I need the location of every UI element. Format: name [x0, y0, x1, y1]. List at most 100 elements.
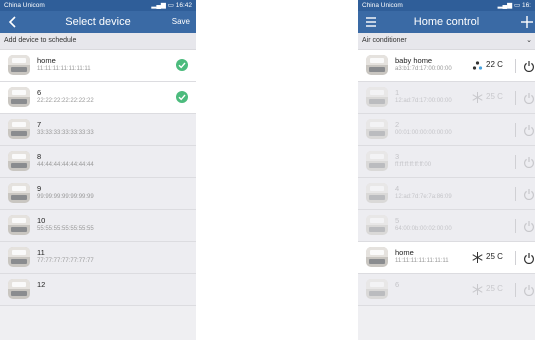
checkmark-glyph: [178, 94, 186, 101]
divider: [515, 91, 516, 105]
device-row[interactable]: 1 12:ad:7d:17:00:00:00 25 C: [358, 82, 535, 114]
app-bar: Home control: [358, 11, 535, 33]
signal-icon: ▂▄▆: [151, 2, 166, 9]
thumbnail-sofa: [11, 227, 27, 232]
device-name: 10: [37, 216, 46, 225]
schedule-header: Add device to schedule: [0, 33, 196, 50]
checkmark-glyph: [178, 62, 186, 69]
power-button-icon[interactable]: [523, 219, 535, 233]
device-thumbnail: [366, 55, 388, 75]
device-mac: a3:b1:7d:17:00:00:00: [395, 66, 452, 72]
device-row[interactable]: 12: [0, 274, 196, 306]
device-thumbnail: [366, 279, 388, 299]
device-mac: 00:01:00:00:00:00:00: [395, 130, 452, 136]
device-thumbnail: [8, 215, 30, 235]
power-button-icon[interactable]: [523, 283, 535, 297]
device-row[interactable]: 7 33:33:33:33:33:33:33: [0, 114, 196, 146]
clock-label: 16:42: [175, 2, 192, 9]
temperature-label: 25 C: [486, 284, 503, 293]
device-mac: 22:22:22:22:22:22:22: [37, 98, 94, 104]
device-name: 11: [37, 248, 45, 257]
device-thumbnail: [8, 55, 30, 75]
thumbnail-sofa: [11, 291, 27, 296]
divider: [515, 123, 516, 137]
selected-check-icon[interactable]: [176, 91, 188, 103]
device-row[interactable]: home 11:11:11:11:11:11:11 25 C: [358, 242, 535, 274]
device-name: 3: [395, 152, 400, 161]
thumbnail-sofa: [369, 291, 385, 296]
divider: [515, 251, 516, 265]
plus-icon: [521, 16, 533, 28]
device-row[interactable]: 10 55:55:55:55:55:55:55: [0, 210, 196, 242]
thumbnail-sofa: [11, 67, 27, 72]
device-name: baby home: [395, 56, 433, 65]
air-conditioner-icon: [12, 186, 26, 191]
device-thumbnail: [366, 151, 388, 171]
air-conditioner-icon: [370, 90, 384, 95]
power-button-icon[interactable]: [523, 251, 535, 265]
thumbnail-sofa: [369, 99, 385, 104]
device-name: home: [395, 248, 414, 257]
power-glyph: [524, 189, 534, 201]
thumbnail-sofa: [369, 195, 385, 200]
chevron-down-icon: ⌄: [526, 37, 532, 44]
device-row[interactable]: 3 ff:ff:ff:ff:ff:ff:00: [358, 146, 535, 178]
device-list: home 11:11:11:11:11:11:11 6 22:22:22:22:22:…: [0, 50, 196, 306]
category-dropdown[interactable]: Air conditioner ⌄: [358, 33, 535, 50]
device-name: 6: [37, 88, 42, 97]
fan-mode-icon: [471, 59, 484, 72]
device-mac: 12:ad:7d:17:00:00:00: [395, 98, 452, 104]
selected-check-icon[interactable]: [176, 59, 188, 71]
power-button-icon[interactable]: [523, 123, 535, 137]
device-row[interactable]: baby home a3:b1:7d:17:00:00:00 22 C: [358, 50, 535, 82]
device-mac: 12:ad:7d:7e:7a:86:09: [395, 194, 452, 200]
page-title: Home control: [413, 16, 480, 28]
temperature-label: 25 C: [486, 252, 503, 261]
device-name: home: [37, 56, 56, 65]
device-mac: 64:00:0b:00:02:00:00: [395, 226, 452, 232]
device-row[interactable]: 9 99:99:99:99:99:99:99: [0, 178, 196, 210]
save-button[interactable]: Save: [172, 11, 190, 33]
device-row[interactable]: 2 00:01:00:00:00:00:00: [358, 114, 535, 146]
clock-label: 16:: [521, 2, 531, 9]
device-mac: 44:44:44:44:44:44:44: [37, 162, 94, 168]
power-button-icon[interactable]: [523, 59, 535, 73]
device-thumbnail: [8, 119, 30, 139]
snowflake-icon: [471, 91, 484, 104]
thumbnail-sofa: [11, 163, 27, 168]
device-thumbnail: [366, 119, 388, 139]
device-name: 5: [395, 216, 400, 225]
device-name: 7: [37, 120, 42, 129]
device-row[interactable]: 6 22:22:22:22:22:22:22: [0, 82, 196, 114]
device-mac: 99:99:99:99:99:99:99: [37, 194, 94, 200]
device-row[interactable]: 5 64:00:0b:00:02:00:00: [358, 210, 535, 242]
power-button-icon[interactable]: [523, 187, 535, 201]
device-thumbnail: [366, 183, 388, 203]
air-conditioner-icon: [12, 250, 26, 255]
power-button-icon[interactable]: [523, 155, 535, 169]
power-glyph: [524, 125, 534, 137]
device-thumbnail: [8, 87, 30, 107]
device-name: 2: [395, 120, 400, 129]
battery-icon: ▭: [513, 2, 521, 9]
device-thumbnail: [366, 87, 388, 107]
device-row[interactable]: 11 77:77:77:77:77:77:77: [0, 242, 196, 274]
device-row[interactable]: home 11:11:11:11:11:11:11: [0, 50, 196, 82]
air-conditioner-icon: [370, 154, 384, 159]
device-name: 8: [37, 152, 42, 161]
divider: [515, 155, 516, 169]
power-button-icon[interactable]: [523, 91, 535, 105]
device-row[interactable]: 6 25 C: [358, 274, 535, 306]
power-glyph: [524, 253, 534, 265]
power-glyph: [524, 285, 534, 297]
device-name: 12: [37, 280, 46, 289]
snowflake-glyph: [472, 92, 483, 103]
device-row[interactable]: 8 44:44:44:44:44:44:44: [0, 146, 196, 178]
air-conditioner-icon: [370, 186, 384, 191]
device-row[interactable]: 4 12:ad:7d:7e:7a:86:09: [358, 178, 535, 210]
power-glyph: [524, 221, 534, 233]
temperature-label: 22 C: [486, 60, 503, 69]
thumbnail-sofa: [11, 99, 27, 104]
air-conditioner-icon: [370, 250, 384, 255]
status-icons: ▂▄▆ ▭ 16:: [498, 0, 531, 11]
